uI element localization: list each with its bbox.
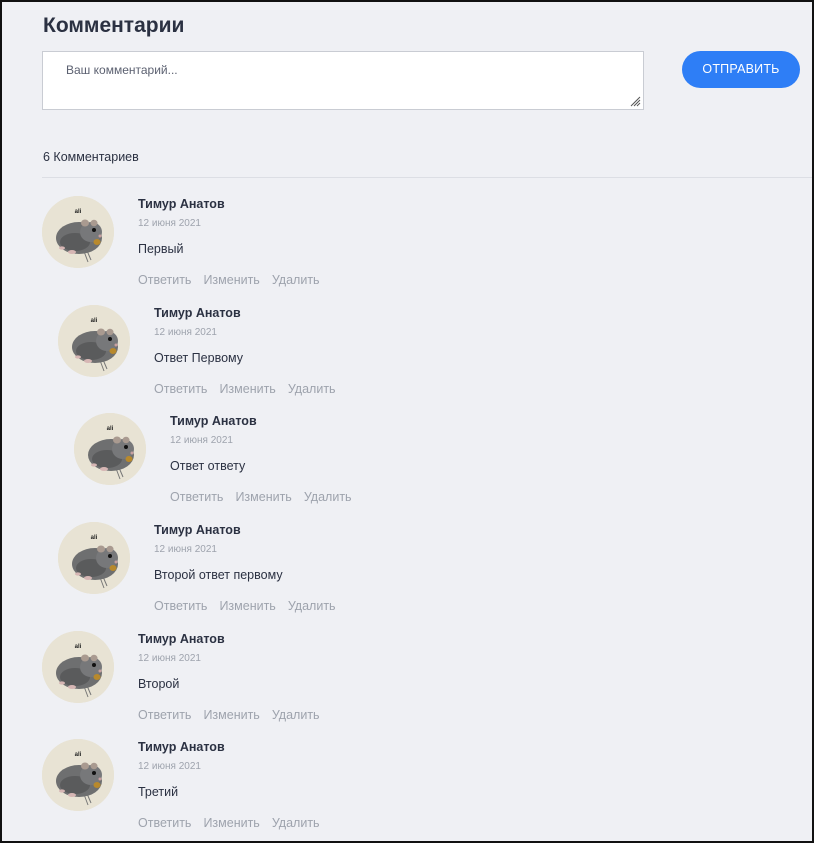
avatar[interactable]: ali: [42, 196, 114, 268]
comment-text: Первый: [138, 242, 184, 256]
avatar[interactable]: ali: [42, 631, 114, 703]
hamster-avatar-image: ali: [42, 739, 114, 811]
reply-link[interactable]: Ответить: [170, 490, 223, 504]
comment-item: ali Тимур Анатов 12 июня 2021 Ответ отве…: [74, 413, 574, 513]
edit-link[interactable]: Изменить: [235, 490, 291, 504]
comment-item: ali Тимур Анатов 12 июня 2021 Второй отв…: [58, 522, 558, 622]
comment-author: Тимур Анатов: [170, 414, 257, 428]
comment-count: 6 Комментариев: [43, 150, 139, 164]
comment-actions: Ответить Изменить Удалить: [138, 816, 332, 830]
comment-author: Тимур Анатов: [154, 523, 241, 537]
comment-item: ali Тимур Анатов 12 июня 2021 Второй Отв…: [42, 631, 542, 731]
edit-link[interactable]: Изменить: [203, 816, 259, 830]
comment-text: Ответ Первому: [154, 351, 244, 365]
avatar[interactable]: ali: [42, 739, 114, 811]
delete-link[interactable]: Удалить: [272, 708, 320, 722]
comment-text: Ответ ответу: [170, 459, 246, 473]
svg-text:ali: ali: [91, 318, 98, 324]
svg-text:ali: ali: [75, 209, 82, 215]
comment-date: 12 июня 2021: [154, 544, 217, 555]
comment-actions: Ответить Изменить Удалить: [170, 490, 364, 504]
delete-link[interactable]: Удалить: [288, 382, 336, 396]
svg-text:ali: ali: [75, 644, 82, 650]
comment-date: 12 июня 2021: [138, 653, 201, 664]
reply-link[interactable]: Ответить: [154, 382, 207, 396]
comment-actions: Ответить Изменить Удалить: [154, 382, 348, 396]
reply-link[interactable]: Ответить: [154, 599, 207, 613]
hamster-avatar-image: ali: [42, 196, 114, 268]
comment-placeholder: Ваш комментарий...: [66, 63, 178, 77]
comment-input[interactable]: Ваш комментарий...: [42, 51, 644, 110]
avatar[interactable]: ali: [58, 522, 130, 594]
edit-link[interactable]: Изменить: [203, 708, 259, 722]
resize-grip-icon[interactable]: [630, 96, 641, 107]
comment-author: Тимур Анатов: [138, 632, 225, 646]
edit-link[interactable]: Изменить: [219, 382, 275, 396]
svg-text:ali: ali: [75, 752, 82, 758]
svg-text:ali: ali: [91, 535, 98, 541]
delete-link[interactable]: Удалить: [272, 273, 320, 287]
comment-actions: Ответить Изменить Удалить: [154, 599, 348, 613]
hamster-avatar-image: ali: [58, 522, 130, 594]
comment-item: ali Тимур Анатов 12 июня 2021 Ответ Перв…: [58, 305, 558, 405]
comment-item: ali Тимур Анатов 12 июня 2021 Третий Отв…: [42, 739, 542, 839]
svg-text:ali: ali: [107, 426, 114, 432]
page-title: Комментарии: [43, 14, 185, 37]
hamster-avatar-image: ali: [42, 631, 114, 703]
edit-link[interactable]: Изменить: [203, 273, 259, 287]
comment-author: Тимур Анатов: [138, 740, 225, 754]
comment-actions: Ответить Изменить Удалить: [138, 273, 332, 287]
comment-author: Тимур Анатов: [154, 306, 241, 320]
reply-link[interactable]: Ответить: [138, 816, 191, 830]
reply-link[interactable]: Ответить: [138, 273, 191, 287]
hamster-avatar-image: ali: [74, 413, 146, 485]
comment-date: 12 июня 2021: [170, 435, 233, 446]
comment-item: ali Тимур Анатов 12 июня 2021 Первый Отв…: [42, 196, 542, 296]
comment-date: 12 июня 2021: [154, 327, 217, 338]
comment-author: Тимур Анатов: [138, 197, 225, 211]
comment-text: Третий: [138, 785, 179, 799]
comment-date: 12 июня 2021: [138, 218, 201, 229]
avatar[interactable]: ali: [58, 305, 130, 377]
avatar[interactable]: ali: [74, 413, 146, 485]
comments-section: Комментарии Ваш комментарий... ОТПРАВИТЬ…: [0, 0, 814, 843]
comment-actions: Ответить Изменить Удалить: [138, 708, 332, 722]
comment-date: 12 июня 2021: [138, 761, 201, 772]
reply-link[interactable]: Ответить: [138, 708, 191, 722]
delete-link[interactable]: Удалить: [288, 599, 336, 613]
edit-link[interactable]: Изменить: [219, 599, 275, 613]
comment-text: Второй ответ первому: [154, 568, 283, 582]
hamster-avatar-image: ali: [58, 305, 130, 377]
delete-link[interactable]: Удалить: [272, 816, 320, 830]
divider: [42, 177, 812, 178]
comment-text: Второй: [138, 677, 180, 691]
delete-link[interactable]: Удалить: [304, 490, 352, 504]
send-button[interactable]: ОТПРАВИТЬ: [682, 51, 800, 88]
